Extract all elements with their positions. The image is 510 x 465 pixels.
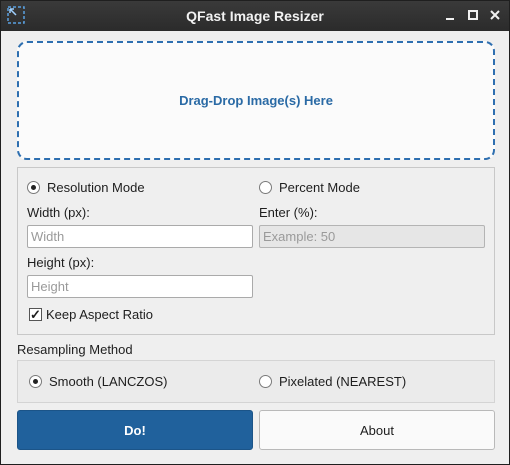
percent-input[interactable] bbox=[259, 225, 485, 248]
main-content: Drag-Drop Image(s) Here Resolution Mode … bbox=[1, 31, 509, 464]
smooth-radio[interactable] bbox=[29, 375, 42, 388]
about-button[interactable]: About bbox=[259, 410, 495, 450]
app-window: QFast Image Resizer Drag-Drop Image(s) H… bbox=[0, 0, 510, 465]
keep-aspect-checkbox[interactable]: ✓ bbox=[29, 308, 42, 321]
window-title: QFast Image Resizer bbox=[186, 8, 324, 24]
keep-aspect-label[interactable]: Keep Aspect Ratio bbox=[46, 307, 153, 322]
do-button[interactable]: Do! bbox=[17, 410, 253, 450]
width-input[interactable] bbox=[27, 225, 253, 248]
title-bar[interactable]: QFast Image Resizer bbox=[1, 1, 509, 31]
image-dropzone[interactable]: Drag-Drop Image(s) Here bbox=[17, 41, 495, 160]
resize-options-group: Resolution Mode Percent Mode Width (px):… bbox=[17, 167, 495, 335]
percent-mode-radio[interactable] bbox=[259, 181, 272, 194]
percent-label: Enter (%): bbox=[259, 205, 318, 220]
height-input[interactable] bbox=[27, 275, 253, 298]
minimize-icon[interactable] bbox=[443, 8, 457, 22]
dropzone-label: Drag-Drop Image(s) Here bbox=[179, 93, 333, 108]
close-icon[interactable] bbox=[488, 8, 502, 22]
height-label: Height (px): bbox=[27, 255, 95, 270]
width-label: Width (px): bbox=[27, 205, 90, 220]
resolution-mode-label[interactable]: Resolution Mode bbox=[47, 180, 145, 195]
smooth-label[interactable]: Smooth (LANCZOS) bbox=[49, 374, 167, 389]
percent-mode-label[interactable]: Percent Mode bbox=[279, 180, 360, 195]
pixelated-label[interactable]: Pixelated (NEAREST) bbox=[279, 374, 406, 389]
maximize-icon[interactable] bbox=[466, 8, 480, 22]
resolution-mode-radio[interactable] bbox=[27, 181, 40, 194]
resampling-heading: Resampling Method bbox=[17, 342, 133, 357]
pixelated-radio[interactable] bbox=[259, 375, 272, 388]
resampling-group: Smooth (LANCZOS) Pixelated (NEAREST) bbox=[17, 360, 495, 403]
